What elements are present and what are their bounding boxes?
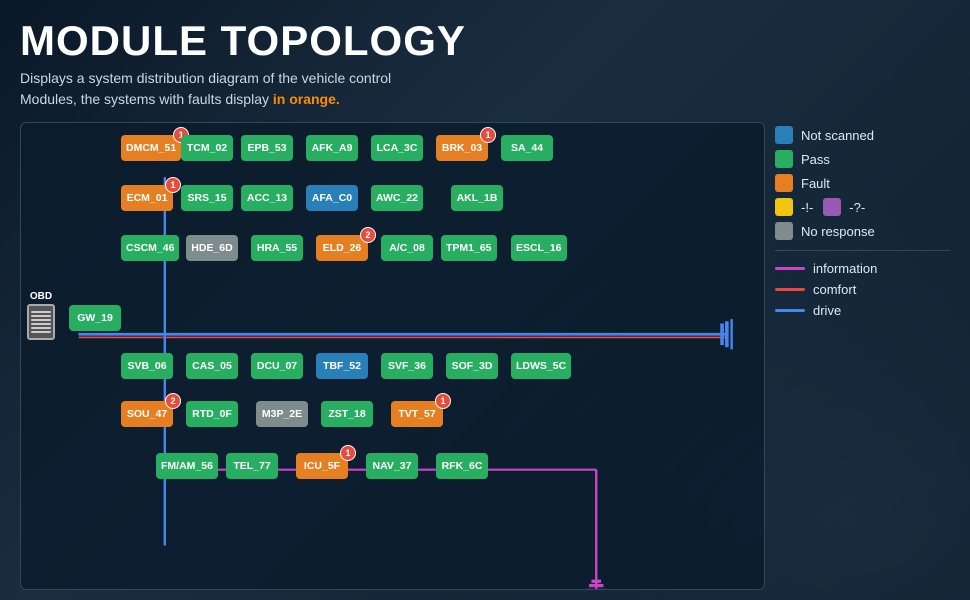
- legend-divider-1: [775, 250, 950, 251]
- module-SVB_06[interactable]: SVB_06: [121, 353, 173, 379]
- module-HRA_55[interactable]: HRA_55: [251, 235, 303, 261]
- module-CSCM_46[interactable]: CSCM_46: [121, 235, 179, 261]
- module-SOF_3D[interactable]: SOF_3D: [446, 353, 498, 379]
- legend-label-drive: drive: [813, 303, 841, 318]
- legend-box-pass: [775, 150, 793, 168]
- module-GW_19[interactable]: GW_19: [69, 305, 121, 331]
- legend-drive: drive: [775, 303, 950, 318]
- module-BRK_03[interactable]: BRK_031: [436, 135, 488, 161]
- module-TPM1_65[interactable]: TPM1_65: [441, 235, 497, 261]
- module-RFK_6C[interactable]: RFK_6C: [436, 453, 488, 479]
- legend-label-no-response: No response: [801, 224, 875, 239]
- legend-box-fault: [775, 174, 793, 192]
- module-AFK_A9[interactable]: AFK_A9: [306, 135, 358, 161]
- module-EPB_53[interactable]: EPB_53: [241, 135, 293, 161]
- module-TBF_52[interactable]: TBF_52: [316, 353, 368, 379]
- module-AWC_22[interactable]: AWC_22: [371, 185, 423, 211]
- main-area: OBD DMCM_511 TCM_02 EPB_53 AFK_A9 LCA_3C…: [20, 122, 950, 590]
- legend-not-scanned: Not scanned: [775, 126, 950, 144]
- module-TVT_57[interactable]: TVT_571: [391, 401, 443, 427]
- module-ELD_26[interactable]: ELD_262: [316, 235, 368, 261]
- legend-line-information: [775, 267, 805, 270]
- module-ICU_5F[interactable]: ICU_5F1: [296, 453, 348, 479]
- legend-label-information: information: [813, 261, 877, 276]
- legend-exclaim: -!-: [775, 198, 813, 216]
- legend-label-question: -?-: [849, 200, 865, 215]
- module-AC_08[interactable]: A/C_08: [381, 235, 433, 261]
- module-SA_44[interactable]: SA_44: [501, 135, 553, 161]
- legend-line-comfort: [775, 288, 805, 291]
- legend-area: Not scanned Pass Fault -!- -?-: [775, 122, 950, 590]
- module-ACC_13[interactable]: ACC_13: [241, 185, 293, 211]
- module-ZST_18[interactable]: ZST_18: [321, 401, 373, 427]
- obd-connector: OBD: [27, 291, 55, 340]
- module-CAS_05[interactable]: CAS_05: [186, 353, 238, 379]
- legend-pass: Pass: [775, 150, 950, 168]
- legend-label-comfort: comfort: [813, 282, 856, 297]
- module-AKL_1B[interactable]: AKL_1B: [451, 185, 503, 211]
- legend-information: information: [775, 261, 950, 276]
- module-LCA_3C[interactable]: LCA_3C: [371, 135, 423, 161]
- module-TCM_02[interactable]: TCM_02: [181, 135, 233, 161]
- legend-no-response: No response: [775, 222, 950, 240]
- legend-comfort: comfort: [775, 282, 950, 297]
- page-content: MODULE TOPOLOGY Displays a system distri…: [0, 0, 970, 600]
- legend-fault: Fault: [775, 174, 950, 192]
- page-subtitle: Displays a system distribution diagram o…: [20, 68, 950, 110]
- module-FMAM_56[interactable]: FM/AM_56: [156, 453, 218, 479]
- legend-label-exclaim: -!-: [801, 200, 813, 215]
- legend-label-pass: Pass: [801, 152, 830, 167]
- legend-line-drive: [775, 309, 805, 312]
- module-SRS_15[interactable]: SRS_15: [181, 185, 233, 211]
- module-M3P_2E[interactable]: M3P_2E: [256, 401, 308, 427]
- module-DCU_07[interactable]: DCU_07: [251, 353, 303, 379]
- obd-icon: [27, 304, 55, 340]
- module-ECM_01[interactable]: ECM_011: [121, 185, 173, 211]
- module-LDWS_5C[interactable]: LDWS_5C: [511, 353, 571, 379]
- legend-box-exclaim: [775, 198, 793, 216]
- module-AFA_C0[interactable]: AFA_C0: [306, 185, 358, 211]
- legend-box-no-response: [775, 222, 793, 240]
- module-SVF_36[interactable]: SVF_36: [381, 353, 433, 379]
- diagram-area: OBD DMCM_511 TCM_02 EPB_53 AFK_A9 LCA_3C…: [20, 122, 765, 590]
- legend-question: -?-: [823, 198, 865, 216]
- module-TEL_77[interactable]: TEL_77: [226, 453, 278, 479]
- legend-label-not-scanned: Not scanned: [801, 128, 874, 143]
- legend-box-question: [823, 198, 841, 216]
- module-DMCM_51[interactable]: DMCM_511: [121, 135, 181, 161]
- module-HDE_6D[interactable]: HDE_6D: [186, 235, 238, 261]
- module-RTD_0F[interactable]: RTD_0F: [186, 401, 238, 427]
- module-SOU_47[interactable]: SOU_472: [121, 401, 173, 427]
- module-NAV_37[interactable]: NAV_37: [366, 453, 418, 479]
- legend-box-not-scanned: [775, 126, 793, 144]
- obd-label: OBD: [30, 291, 52, 302]
- page-title: MODULE TOPOLOGY: [20, 18, 950, 64]
- legend-label-fault: Fault: [801, 176, 830, 191]
- module-ESCL_16[interactable]: ESCL_16: [511, 235, 567, 261]
